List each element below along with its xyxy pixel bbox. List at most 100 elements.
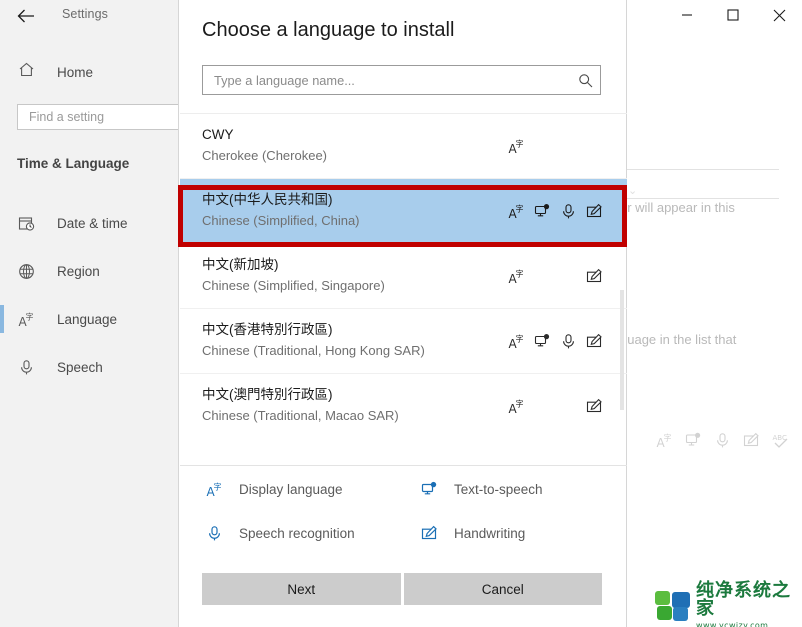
svg-text:字: 字 — [515, 203, 523, 213]
choose-language-dialog: Choose a language to install CWY Cheroke… — [178, 0, 627, 627]
minimize-button[interactable] — [664, 0, 710, 30]
svg-text:字: 字 — [515, 268, 523, 278]
watermark-url: www.ycwjzy.com — [696, 621, 769, 627]
text-to-speech-icon — [685, 432, 701, 446]
language-english-name: Chinese (Simplified, Singapore) — [202, 278, 385, 294]
globe-icon — [18, 263, 35, 280]
logo-squares-icon — [655, 591, 690, 621]
list-item[interactable]: 中文(澳門特別行政區) Chinese (Traditional, Macao … — [180, 374, 627, 438]
list-item-selected[interactable]: 中文(中华人民共和国) Chinese (Simplified, China) … — [180, 179, 627, 243]
scrollbar-thumb[interactable] — [620, 290, 624, 410]
sidebar-item-speech[interactable]: Speech — [0, 350, 178, 384]
language-feature-icons: A 字 — [502, 330, 606, 352]
chevron-down-icon: ⌄ — [628, 185, 638, 197]
calendar-clock-icon — [18, 215, 35, 232]
language-native-name: 中文(新加坡) — [202, 257, 279, 273]
language-native-name: 中文(香港特別行政區) — [202, 322, 333, 338]
language-english-name: Chinese (Traditional, Macao SAR) — [202, 408, 399, 424]
icon-spacer — [582, 135, 606, 157]
legend-display-language: A 字 Display language — [203, 481, 343, 499]
language-native-name: CWY — [202, 127, 234, 143]
behind-feature-icons: A 字 ABC — [656, 432, 791, 449]
language-feature-icons: A 字 — [502, 395, 606, 417]
handwriting-icon — [582, 330, 606, 352]
legend-speech-recognition: Speech recognition — [203, 525, 355, 542]
legend-text-to-speech: Text-to-speech — [418, 481, 543, 498]
legend-label: Display language — [239, 482, 343, 497]
next-button[interactable]: Next — [202, 573, 401, 605]
handwriting-icon — [418, 525, 440, 542]
microphone-icon — [18, 359, 35, 376]
settings-app-window: Settings Home Find a setting Time & Lang… — [0, 0, 802, 627]
back-button[interactable] — [12, 3, 40, 29]
sidebar-item-label: Speech — [57, 359, 103, 375]
spellcheck-abc-icon: ABC — [773, 434, 788, 448]
legend-handwriting: Handwriting — [418, 525, 525, 542]
divider — [619, 198, 779, 199]
svg-text:字: 字 — [26, 311, 34, 321]
display-language-icon: A 字 — [504, 135, 528, 157]
app-title: Settings — [62, 7, 108, 21]
display-language-icon: A 字 — [504, 395, 528, 417]
sidebar-item-language[interactable]: A 字 Language — [0, 302, 178, 336]
icon-spacer — [530, 395, 554, 417]
behind-text-line-1: er will appear in this — [620, 200, 735, 215]
microphone-icon — [556, 330, 580, 352]
behind-text-line-2: guage in the list that — [620, 332, 737, 347]
svg-text:字: 字 — [515, 398, 523, 408]
watermark-name: 纯净系统之家 — [696, 580, 791, 619]
legend-label: Speech recognition — [239, 526, 355, 541]
handwriting-icon — [582, 395, 606, 417]
sidebar-item-date-time[interactable]: Date & time — [0, 206, 178, 240]
microphone-icon — [556, 200, 580, 222]
sidebar-item-label: Date & time — [57, 215, 128, 231]
close-button[interactable] — [756, 0, 802, 30]
language-feature-icons: A 字 — [502, 265, 606, 287]
sidebar-item-label: Region — [57, 263, 100, 279]
language-english-name: Chinese (Traditional, Hong Kong SAR) — [202, 343, 425, 359]
handwriting-icon — [582, 265, 606, 287]
list-item[interactable]: 中文(香港特別行政區) Chinese (Traditional, Hong K… — [180, 309, 627, 373]
text-to-speech-icon — [530, 330, 554, 352]
sidebar-item-label: Language — [57, 311, 118, 327]
language-list[interactable]: CWY Cherokee (Cherokee) A 字 中文(中华人民共和国) … — [180, 113, 627, 465]
language-feature-icons: A 字 — [502, 135, 606, 157]
dialog-title: Choose a language to install — [202, 19, 455, 41]
svg-text:字: 字 — [515, 138, 523, 148]
divider — [619, 169, 779, 170]
list-item[interactable]: 中文(新加坡) Chinese (Simplified, Singapore) … — [180, 244, 627, 308]
sidebar-search-placeholder: Find a setting — [29, 110, 105, 124]
icon-spacer — [530, 135, 554, 157]
display-language-icon: A 字 — [504, 200, 528, 222]
icon-spacer — [530, 265, 554, 287]
language-list-scrollbar[interactable] — [619, 230, 625, 465]
language-search-box[interactable] — [202, 65, 601, 95]
language-native-name: 中文(澳門特別行政區) — [202, 387, 333, 403]
svg-text:字: 字 — [515, 333, 523, 343]
legend-label: Text-to-speech — [454, 482, 543, 497]
search-icon[interactable] — [570, 73, 600, 88]
sidebar-item-region[interactable]: Region — [0, 254, 178, 288]
svg-text:字: 字 — [664, 433, 672, 443]
list-item[interactable]: CWY Cherokee (Cherokee) A 字 — [180, 114, 627, 178]
language-feature-icons: A 字 — [502, 200, 606, 222]
dialog-action-buttons: Next Cancel — [202, 573, 602, 605]
icon-spacer — [556, 265, 580, 287]
sidebar-item-home[interactable]: Home — [0, 56, 178, 88]
display-language-icon: A 字 — [657, 433, 672, 450]
cancel-button[interactable]: Cancel — [403, 573, 602, 605]
display-language-icon: A 字 — [18, 311, 35, 329]
watermark-logo: 纯净系统之家 www.ycwjzy.com — [655, 582, 801, 627]
window-controls — [664, 0, 802, 30]
maximize-button[interactable] — [710, 0, 756, 30]
display-language-icon: A 字 — [203, 481, 225, 499]
feature-legend: A 字 Display language Text-to-speech Spee… — [180, 465, 627, 560]
svg-text:字: 字 — [213, 482, 221, 492]
language-english-name: Chinese (Simplified, China) — [202, 213, 360, 229]
handwriting-icon — [743, 432, 759, 447]
text-to-speech-icon — [530, 200, 554, 222]
sidebar-search-box[interactable]: Find a setting — [17, 104, 193, 130]
microphone-icon — [203, 525, 225, 542]
language-search-input[interactable] — [203, 72, 570, 88]
display-language-icon: A 字 — [504, 330, 528, 352]
